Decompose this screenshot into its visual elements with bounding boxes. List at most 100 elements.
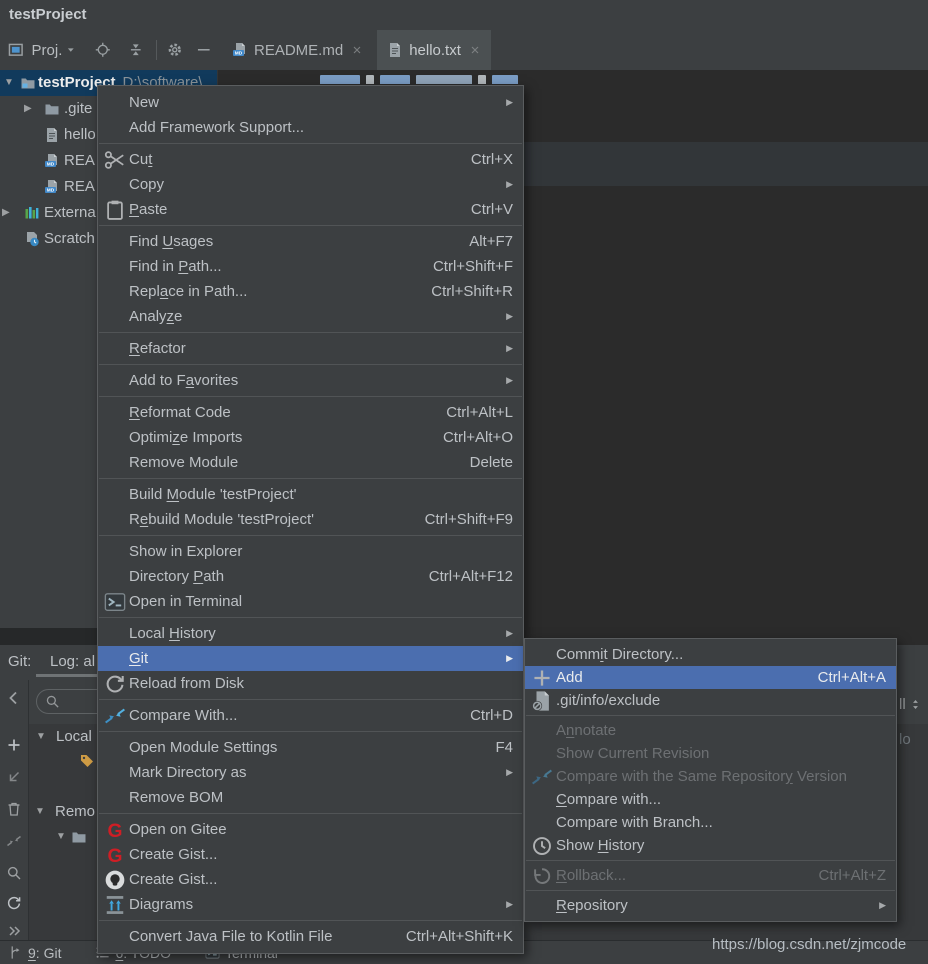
md-file-icon: MD xyxy=(44,153,60,169)
menu-item-add-framework-support[interactable]: Add Framework Support... xyxy=(98,115,523,140)
menu-item-label: Cut xyxy=(129,151,152,168)
menu-item-shortcut: Ctrl+Alt+L xyxy=(446,404,513,421)
editor-tab-strip: MDREADME.mdhello.txt xyxy=(218,30,928,70)
sort-updown-icon xyxy=(909,698,922,711)
menu-item-directory-path[interactable]: Directory PathCtrl+Alt+F12 xyxy=(98,564,523,589)
menu-item-analyze[interactable]: Analyze▶ xyxy=(98,304,523,329)
expanded-arrow-icon[interactable]: ▼ xyxy=(35,800,45,824)
menu-item-label: Reload from Disk xyxy=(129,675,244,692)
close-icon[interactable] xyxy=(469,44,481,56)
menu-item-git-info-exclude[interactable]: .git/info/exclude xyxy=(525,689,896,712)
collapsed-arrow-icon[interactable]: ▶ xyxy=(2,200,10,226)
collapse-all-icon[interactable] xyxy=(128,41,144,59)
menu-item-label: Build Module 'testProject' xyxy=(129,486,297,503)
menu-item-find-in-path[interactable]: Find in Path...Ctrl+Shift+F xyxy=(98,254,523,279)
menu-item-compare-with[interactable]: Compare with... xyxy=(525,788,896,811)
caret-down-icon[interactable] xyxy=(63,41,79,59)
menu-item-optimize-imports[interactable]: Optimize ImportsCtrl+Alt+O xyxy=(98,425,523,450)
expanded-arrow-icon[interactable]: ▼ xyxy=(56,825,66,849)
chevron-left-icon[interactable] xyxy=(6,690,22,706)
md-file-icon: MD xyxy=(44,179,60,195)
menu-item-new[interactable]: New▶ xyxy=(98,90,523,115)
menu-icon-placeholder xyxy=(104,309,126,325)
git-tree-item-label: Local xyxy=(56,725,92,749)
locate-icon[interactable] xyxy=(95,41,111,59)
menu-item-compare-with-branch[interactable]: Compare with Branch... xyxy=(525,811,896,834)
gear-icon[interactable] xyxy=(167,41,183,59)
collapsed-arrow-icon[interactable]: ▶ xyxy=(24,96,32,122)
menu-item-label: Remove BOM xyxy=(129,789,223,806)
statusbar-item-9-git[interactable]: 9: Git xyxy=(8,945,61,961)
tab-readme-md[interactable]: MDREADME.md xyxy=(222,30,373,70)
menu-item-mark-directory-as[interactable]: Mark Directory as▶ xyxy=(98,760,523,785)
menu-item-build-module-testproject[interactable]: Build Module 'testProject' xyxy=(98,482,523,507)
menu-item-remove-bom[interactable]: Remove BOM xyxy=(98,785,523,810)
menu-item-create-gist[interactable]: GCreate Gist... xyxy=(98,842,523,867)
text-file-icon xyxy=(387,42,403,58)
menu-item-shortcut: F4 xyxy=(495,739,513,756)
expanded-arrow-icon[interactable]: ▼ xyxy=(36,725,46,749)
menu-item-label: Rollback... xyxy=(556,867,626,884)
menu-icon-placeholder xyxy=(531,815,553,831)
double-chevron-icon[interactable] xyxy=(6,923,22,939)
search-icon xyxy=(45,694,60,709)
menu-item-rebuild-module-testproject[interactable]: Rebuild Module 'testProject'Ctrl+Shift+F… xyxy=(98,507,523,532)
gitee-icon: G xyxy=(104,822,126,838)
toolbar-divider xyxy=(156,40,157,60)
menu-item-git[interactable]: Git▶ xyxy=(98,646,523,671)
menu-item-open-module-settings[interactable]: Open Module SettingsF4 xyxy=(98,735,523,760)
diagrams-icon xyxy=(104,897,126,913)
menu-separator xyxy=(99,396,522,397)
refresh-icon[interactable] xyxy=(6,895,22,911)
menu-item-convert-java-file-to-kotlin-file[interactable]: Convert Java File to Kotlin FileCtrl+Alt… xyxy=(98,924,523,949)
menu-separator xyxy=(99,143,522,144)
menu-icon-placeholder xyxy=(104,740,126,756)
menu-item-show-in-explorer[interactable]: Show in Explorer xyxy=(98,539,523,564)
menu-item-create-gist[interactable]: Create Gist... xyxy=(98,867,523,892)
menu-item-show-history[interactable]: Show History xyxy=(525,834,896,857)
git-panel-title: Git: xyxy=(8,645,31,679)
menu-item-reformat-code[interactable]: Reformat CodeCtrl+Alt+L xyxy=(98,400,523,425)
project-view-icon[interactable] xyxy=(8,41,24,59)
menu-item-shortcut: Ctrl+Shift+F xyxy=(433,258,513,275)
menu-item-paste[interactable]: PasteCtrl+V xyxy=(98,197,523,222)
menu-item-find-usages[interactable]: Find UsagesAlt+F7 xyxy=(98,229,523,254)
ide-window: testProject Proj. MDREADME.mdhello.txt ▼… xyxy=(0,0,928,964)
menu-item-repository[interactable]: Repository▶ xyxy=(525,894,896,917)
branch-filter-fragment[interactable]: ll xyxy=(899,696,922,713)
submenu-arrow-icon: ▶ xyxy=(506,343,513,354)
menu-separator xyxy=(99,332,522,333)
menu-icon-placeholder xyxy=(104,765,126,781)
md-file-icon: MD xyxy=(232,42,248,58)
menu-item-refactor[interactable]: Refactor▶ xyxy=(98,336,523,361)
menu-item-add-to-favorites[interactable]: Add to Favorites▶ xyxy=(98,368,523,393)
tree-item-label: hello xyxy=(64,122,96,148)
menu-item-label: New xyxy=(129,94,159,111)
menu-icon-placeholder xyxy=(104,487,126,503)
menu-item-replace-in-path[interactable]: Replace in Path...Ctrl+Shift+R xyxy=(98,279,523,304)
menu-item-remove-module[interactable]: Remove ModuleDelete xyxy=(98,450,523,475)
menu-separator xyxy=(99,478,522,479)
tab-hello-txt[interactable]: hello.txt xyxy=(377,30,491,70)
menu-item-add[interactable]: AddCtrl+Alt+A xyxy=(525,666,896,689)
menu-item-diagrams[interactable]: Diagrams▶ xyxy=(98,892,523,917)
submenu-arrow-icon: ▶ xyxy=(506,628,513,639)
menu-item-cut[interactable]: CutCtrl+X xyxy=(98,147,523,172)
expanded-arrow-icon[interactable]: ▼ xyxy=(4,70,14,96)
close-icon[interactable] xyxy=(351,44,363,56)
search-icon[interactable] xyxy=(6,865,22,881)
menu-item-reload-from-disk[interactable]: Reload from Disk xyxy=(98,671,523,696)
menu-item-local-history[interactable]: Local History▶ xyxy=(98,621,523,646)
menu-icon-placeholder xyxy=(104,455,126,471)
minimize-icon[interactable] xyxy=(196,41,212,59)
menu-item-copy[interactable]: Copy▶ xyxy=(98,172,523,197)
menu-icon-placeholder xyxy=(104,284,126,300)
menu-item-compare-with[interactable]: Compare With...Ctrl+D xyxy=(98,703,523,728)
tree-item-label: REA xyxy=(64,174,95,200)
menu-item-open-in-terminal[interactable]: Open in Terminal xyxy=(98,589,523,614)
menu-item-commit-directory[interactable]: Commit Directory... xyxy=(525,643,896,666)
menu-item-open-on-gitee[interactable]: GOpen on Gitee xyxy=(98,817,523,842)
project-tool-label[interactable]: Proj. xyxy=(32,42,63,59)
menu-icon-placeholder xyxy=(531,898,553,914)
git-submenu: Commit Directory...AddCtrl+Alt+A.git/inf… xyxy=(524,638,897,922)
